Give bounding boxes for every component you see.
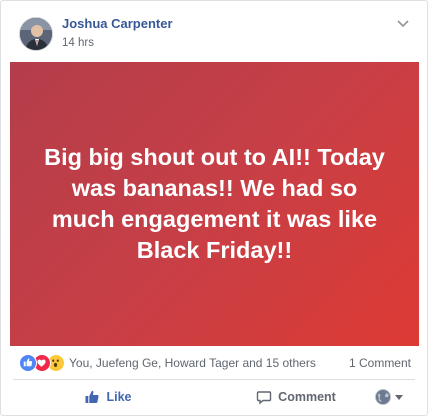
thumbs-up-icon [84, 389, 100, 405]
post-header: Joshua Carpenter 14 hrs [19, 13, 417, 57]
post-timestamp[interactable]: 14 hrs [62, 37, 94, 49]
comment-count[interactable]: 1 Comment [349, 356, 411, 370]
avatar[interactable] [19, 17, 53, 51]
like-icon [19, 354, 37, 372]
avatar-photo [20, 18, 52, 50]
comment-button[interactable]: Comment [203, 381, 389, 413]
like-label: Like [106, 390, 132, 404]
reaction-icons[interactable] [19, 354, 69, 372]
divider [13, 379, 415, 380]
author-name[interactable]: Joshua Carpenter [62, 16, 173, 31]
comment-label: Comment [278, 390, 336, 404]
comment-bubble-icon [256, 389, 272, 405]
audience-selector[interactable] [375, 388, 411, 406]
post-card: Joshua Carpenter 14 hrs Big big shout ou… [0, 0, 428, 416]
post-text: Big big shout out to AI!! Today was bana… [44, 144, 385, 263]
reactions-row: You, Juefeng Ge, Howard Tager and 15 oth… [19, 354, 411, 374]
action-bar: Like Comment [13, 381, 415, 413]
profile-globe-icon [375, 389, 391, 405]
post-background: Big big shout out to AI!! Today was bana… [10, 62, 419, 346]
post-options-chevron-icon[interactable] [395, 16, 411, 32]
dropdown-caret-icon [395, 394, 403, 400]
like-button[interactable]: Like [13, 381, 203, 413]
reaction-summary[interactable]: You, Juefeng Ge, Howard Tager and 15 oth… [69, 356, 316, 370]
